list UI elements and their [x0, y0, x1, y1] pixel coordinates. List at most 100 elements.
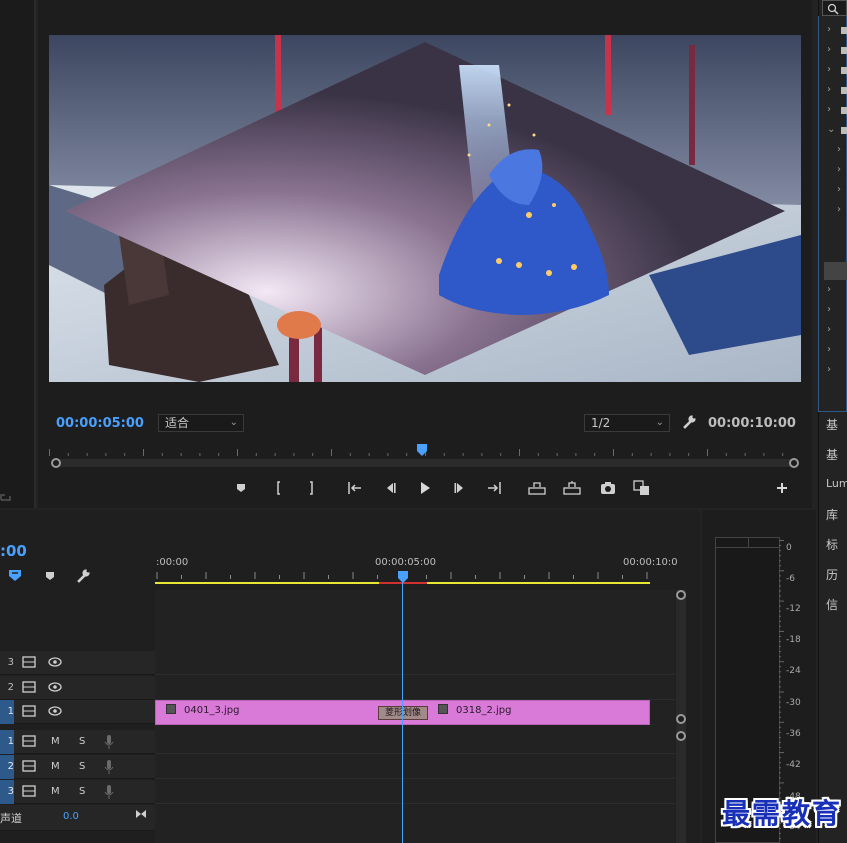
- comparison-view-button[interactable]: [633, 479, 651, 497]
- go-to-end-icon[interactable]: [135, 808, 147, 820]
- snap-icon[interactable]: [7, 568, 23, 582]
- toggle-sync-lock-icon[interactable]: [22, 785, 36, 797]
- track-row-v3[interactable]: [155, 651, 675, 675]
- toggle-sync-lock-icon[interactable]: [22, 760, 36, 772]
- timeline-settings-wrench-icon[interactable]: [75, 568, 91, 584]
- go-to-out-button[interactable]: [485, 479, 503, 497]
- track-header-v1[interactable]: 1: [0, 700, 155, 724]
- solo-button[interactable]: S: [79, 786, 85, 797]
- track-row-a1[interactable]: [155, 730, 675, 754]
- chevron-right-icon[interactable]: ›: [827, 104, 831, 115]
- chevron-right-icon[interactable]: ›: [827, 84, 831, 95]
- monitor-playhead[interactable]: [416, 443, 428, 457]
- master-volume-value[interactable]: 0.0: [63, 811, 79, 822]
- solo-button[interactable]: S: [79, 736, 85, 747]
- scroll-handle-mid[interactable]: [676, 714, 686, 724]
- folder-icon: [841, 47, 847, 54]
- lift-button[interactable]: [528, 479, 546, 497]
- chevron-right-icon[interactable]: ›: [827, 24, 831, 35]
- project-search-field[interactable]: [822, 0, 847, 16]
- chevron-right-icon[interactable]: ›: [827, 364, 831, 375]
- chevron-right-icon[interactable]: ›: [837, 204, 841, 215]
- panel-tab-history[interactable]: 历: [826, 566, 838, 583]
- marker-icon: [237, 484, 245, 492]
- timeline-playhead[interactable]: [397, 570, 409, 584]
- go-to-in-button[interactable]: [346, 479, 364, 497]
- mute-button[interactable]: M: [51, 761, 60, 772]
- eye-icon[interactable]: [48, 706, 62, 716]
- scroll-handle-top[interactable]: [676, 590, 686, 600]
- db-label: 0: [786, 543, 792, 553]
- chevron-right-icon[interactable]: ⌄: [827, 124, 835, 135]
- chevron-right-icon[interactable]: ›: [837, 164, 841, 175]
- button-editor-button[interactable]: [773, 479, 791, 497]
- eye-icon[interactable]: [48, 657, 62, 667]
- wrench-icon[interactable]: [681, 414, 697, 430]
- solo-button[interactable]: S: [79, 761, 85, 772]
- resolution-dropdown[interactable]: 1/2 ⌄: [584, 414, 670, 432]
- track-row-v2[interactable]: [155, 676, 675, 700]
- mark-out-button[interactable]: [302, 479, 320, 497]
- panel-tab-info[interactable]: 信: [826, 596, 838, 613]
- selected-bin-row[interactable]: [824, 262, 847, 280]
- panel-tab-lumetri[interactable]: Lum: [826, 477, 847, 490]
- export-frame-button[interactable]: [599, 479, 617, 497]
- project-bin-list[interactable]: › › › › › ⌄ › › › › › › › › ›: [818, 16, 847, 412]
- panel-tab-markers[interactable]: 标: [826, 536, 838, 553]
- mark-in-button[interactable]: [270, 479, 288, 497]
- toggle-sync-lock-icon[interactable]: [22, 681, 36, 693]
- folder-icon: [841, 27, 847, 34]
- panel-tab-essential-graphics[interactable]: 基: [826, 416, 838, 433]
- toggle-sync-lock-icon[interactable]: [22, 656, 36, 668]
- track-number: 3: [7, 657, 14, 668]
- master-track-header[interactable]: 声道 0.0: [0, 805, 155, 831]
- monitor-zoom-scrollbar[interactable]: [56, 459, 794, 467]
- program-monitor-video-frame[interactable]: [49, 35, 801, 382]
- track-row-a2[interactable]: [155, 755, 675, 779]
- track-header-v3[interactable]: 3: [0, 651, 155, 675]
- chevron-right-icon[interactable]: ›: [827, 64, 831, 75]
- chevron-right-icon[interactable]: ›: [827, 344, 831, 355]
- track-header-a3[interactable]: 3 M S: [0, 780, 155, 804]
- eye-icon[interactable]: [48, 682, 62, 692]
- folder-icon: [841, 107, 847, 114]
- video-preview-image: [49, 35, 801, 382]
- fit-dropdown[interactable]: 适合 ⌄: [158, 414, 244, 432]
- transition-effect[interactable]: 菱形划像: [378, 706, 428, 720]
- step-forward-button[interactable]: [451, 479, 469, 497]
- add-marker-button[interactable]: [232, 479, 250, 497]
- microphone-icon[interactable]: [104, 734, 114, 750]
- play-button[interactable]: [416, 479, 434, 497]
- add-marker-icon[interactable]: [44, 570, 56, 582]
- track-header-v2[interactable]: 2: [0, 676, 155, 700]
- scroll-handle-audio-top[interactable]: [676, 731, 686, 741]
- chevron-right-icon[interactable]: ›: [827, 304, 831, 315]
- track-header-a2[interactable]: 2 M S: [0, 755, 155, 779]
- db-label: -6: [786, 574, 795, 584]
- toggle-sync-lock-icon[interactable]: [22, 705, 36, 717]
- scrollbar-right-handle[interactable]: [789, 458, 799, 468]
- panel-tab-essential-sound[interactable]: 基: [826, 446, 838, 463]
- toggle-sync-lock-icon[interactable]: [22, 735, 36, 747]
- panel-tab-libraries[interactable]: 库: [826, 506, 838, 523]
- search-icon: [827, 3, 839, 15]
- monitor-duration-timecode: 00:00:10:00: [708, 416, 796, 431]
- scrollbar-left-handle[interactable]: [51, 458, 61, 468]
- chevron-right-icon[interactable]: ›: [827, 44, 831, 55]
- microphone-icon[interactable]: [104, 759, 114, 775]
- chevron-right-icon[interactable]: ›: [827, 284, 831, 295]
- monitor-current-timecode[interactable]: 00:00:05:00: [56, 416, 144, 431]
- export-icon[interactable]: [0, 490, 12, 502]
- extract-button[interactable]: [563, 479, 581, 497]
- mute-button[interactable]: M: [51, 736, 60, 747]
- microphone-icon[interactable]: [104, 784, 114, 800]
- timeline-time-ruler[interactable]: [155, 555, 675, 585]
- track-row-a3[interactable]: [155, 780, 675, 804]
- step-back-button[interactable]: [381, 479, 399, 497]
- timeline-current-timecode[interactable]: :00: [0, 542, 27, 560]
- chevron-right-icon[interactable]: ›: [837, 184, 841, 195]
- mute-button[interactable]: M: [51, 786, 60, 797]
- track-header-a1[interactable]: 1 M S: [0, 730, 155, 754]
- chevron-right-icon[interactable]: ›: [827, 324, 831, 335]
- chevron-right-icon[interactable]: ›: [837, 144, 841, 155]
